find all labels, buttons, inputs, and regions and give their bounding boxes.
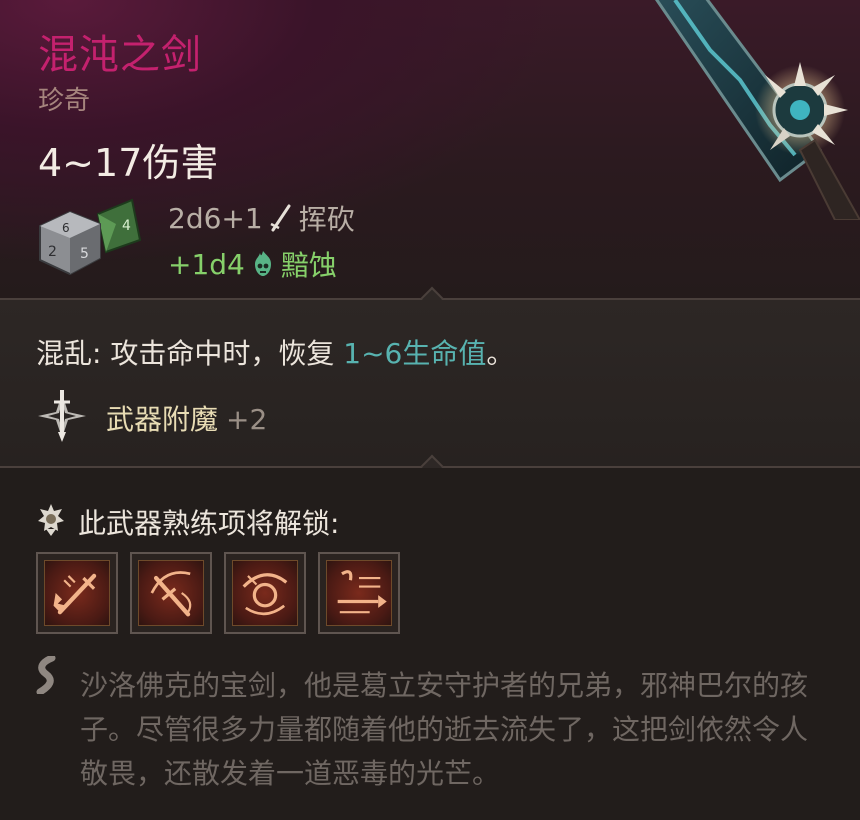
action-slot-1[interactable] (36, 552, 118, 634)
action-icon-2 (150, 571, 192, 617)
passive-name: 混乱 (36, 337, 93, 370)
action-slot-2[interactable] (130, 552, 212, 634)
item-name: 混沌之剑 (38, 32, 202, 78)
weapon-enchantment: 武器附魔 +2 (106, 398, 267, 438)
action-icon-1 (53, 573, 97, 615)
damage-range: 4~17伤害 (38, 141, 219, 185)
svg-text:6: 6 (62, 221, 70, 235)
lore-quill-icon (36, 656, 56, 694)
svg-text:5: 5 (80, 246, 89, 262)
damage-type: 挥砍 (298, 203, 355, 236)
action-icon-3 (242, 573, 288, 616)
damage-line-slashing: 2d6+1 挥砍 (168, 198, 355, 238)
enchant-icon (38, 390, 86, 442)
dice-icon: 4 6 2 5 (39, 198, 142, 276)
skull-flame-icon (254, 251, 271, 276)
damage-type: 黯蚀 (280, 249, 337, 282)
sword-icon (270, 204, 291, 232)
enchantment-bonus: +2 (226, 403, 268, 436)
sword-illustration-icon (655, 0, 860, 220)
item-rarity: 珍奇 (38, 86, 91, 116)
proficiency-label: 此武器熟练项将解锁: (78, 507, 340, 540)
svg-text:2: 2 (48, 244, 57, 260)
properties-section (0, 300, 860, 466)
passive-text: 攻击命中时，恢复 (101, 337, 344, 370)
action-icon-4 (337, 570, 387, 614)
passive-highlight: 1~6生命值 (343, 337, 487, 370)
damage-line-necrotic: +1d4 黯蚀 (168, 244, 337, 284)
action-slot-3[interactable] (224, 552, 306, 634)
enchantment-label: 武器附魔 (106, 403, 219, 436)
action-slot-4[interactable] (318, 552, 400, 634)
lore-text: 沙洛佛克的宝剑，他是葛立安守护者的兄弟，邪神巴尔的孩子。尽管很多力量都随着他的逝… (80, 669, 809, 790)
damage-formula: +1d4 (168, 247, 245, 281)
tooltip-header: 混沌之剑 珍奇 4~17伤害 4 6 2 5 2d6+1 挥砍 +1d4 黯蚀 (0, 0, 860, 298)
item-tooltip: 混沌之剑 珍奇 4~17伤害 4 6 2 5 2d6+1 挥砍 +1d4 黯蚀 … (0, 0, 860, 820)
damage-formula: 2d6+1 (168, 201, 263, 235)
passive-effect: 混乱: 攻击命中时，恢复 1~6生命值。 (36, 332, 514, 372)
proficiency-medal-icon (38, 504, 64, 536)
passive-end: 。 (486, 337, 515, 370)
svg-text:4: 4 (122, 218, 131, 234)
